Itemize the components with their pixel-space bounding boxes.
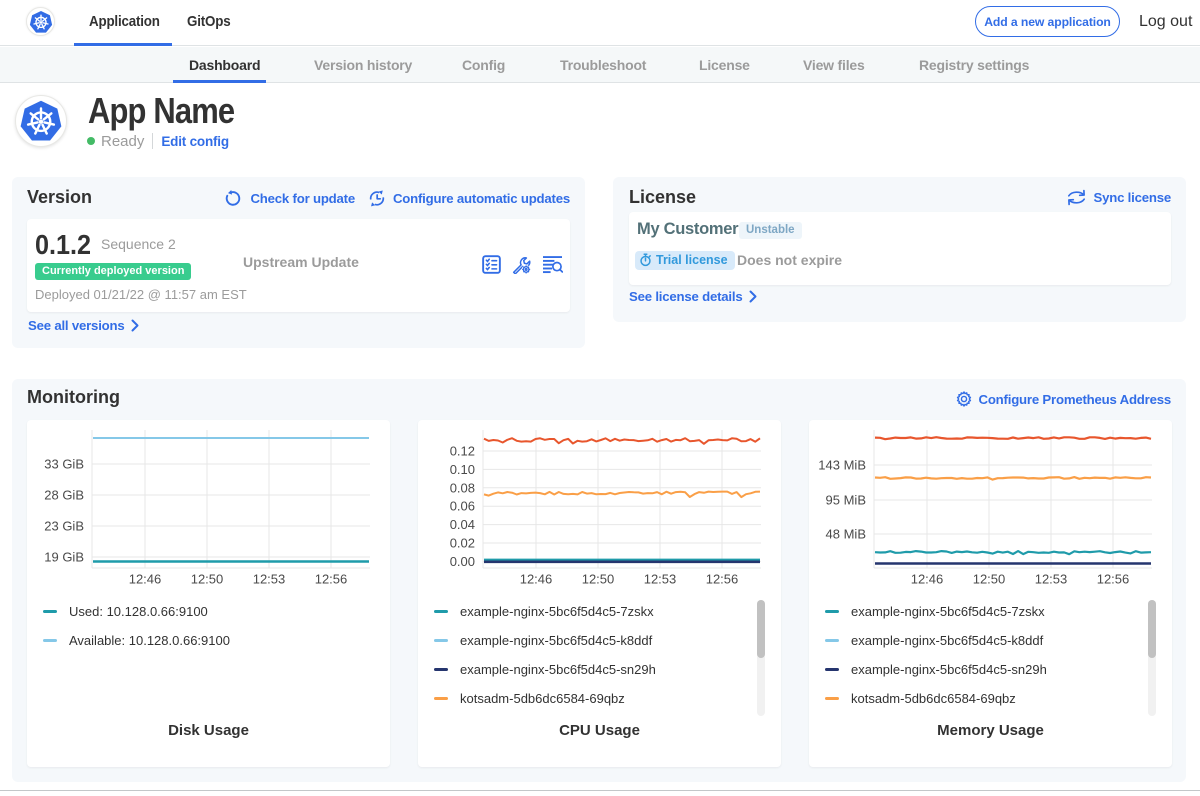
svg-text:12:53: 12:53 bbox=[1035, 572, 1068, 587]
svg-text:0.02: 0.02 bbox=[450, 536, 475, 551]
svg-text:12:56: 12:56 bbox=[1097, 572, 1130, 587]
svg-text:12:46: 12:46 bbox=[520, 572, 553, 587]
svg-text:12:56: 12:56 bbox=[315, 572, 348, 587]
svg-text:0.10: 0.10 bbox=[450, 462, 475, 477]
svg-text:12:50: 12:50 bbox=[191, 572, 224, 587]
svg-text:143 MiB: 143 MiB bbox=[818, 458, 866, 473]
svg-text:12:56: 12:56 bbox=[706, 572, 739, 587]
svg-text:0.08: 0.08 bbox=[450, 480, 475, 495]
svg-text:28 GiB: 28 GiB bbox=[44, 488, 84, 503]
svg-text:12:53: 12:53 bbox=[253, 572, 286, 587]
svg-text:12:50: 12:50 bbox=[582, 572, 615, 587]
svg-text:23 GiB: 23 GiB bbox=[44, 519, 84, 534]
svg-text:12:46: 12:46 bbox=[129, 572, 162, 587]
svg-text:0.12: 0.12 bbox=[450, 444, 475, 459]
svg-text:0.04: 0.04 bbox=[450, 517, 475, 532]
svg-text:12:50: 12:50 bbox=[973, 572, 1006, 587]
svg-text:48 MiB: 48 MiB bbox=[826, 527, 866, 542]
svg-text:12:46: 12:46 bbox=[911, 572, 944, 587]
svg-text:95 MiB: 95 MiB bbox=[826, 493, 866, 508]
svg-text:33 GiB: 33 GiB bbox=[44, 457, 84, 472]
svg-text:0.00: 0.00 bbox=[450, 554, 475, 569]
svg-text:0.06: 0.06 bbox=[450, 499, 475, 514]
svg-text:19 GiB: 19 GiB bbox=[44, 550, 84, 565]
svg-text:12:53: 12:53 bbox=[644, 572, 677, 587]
